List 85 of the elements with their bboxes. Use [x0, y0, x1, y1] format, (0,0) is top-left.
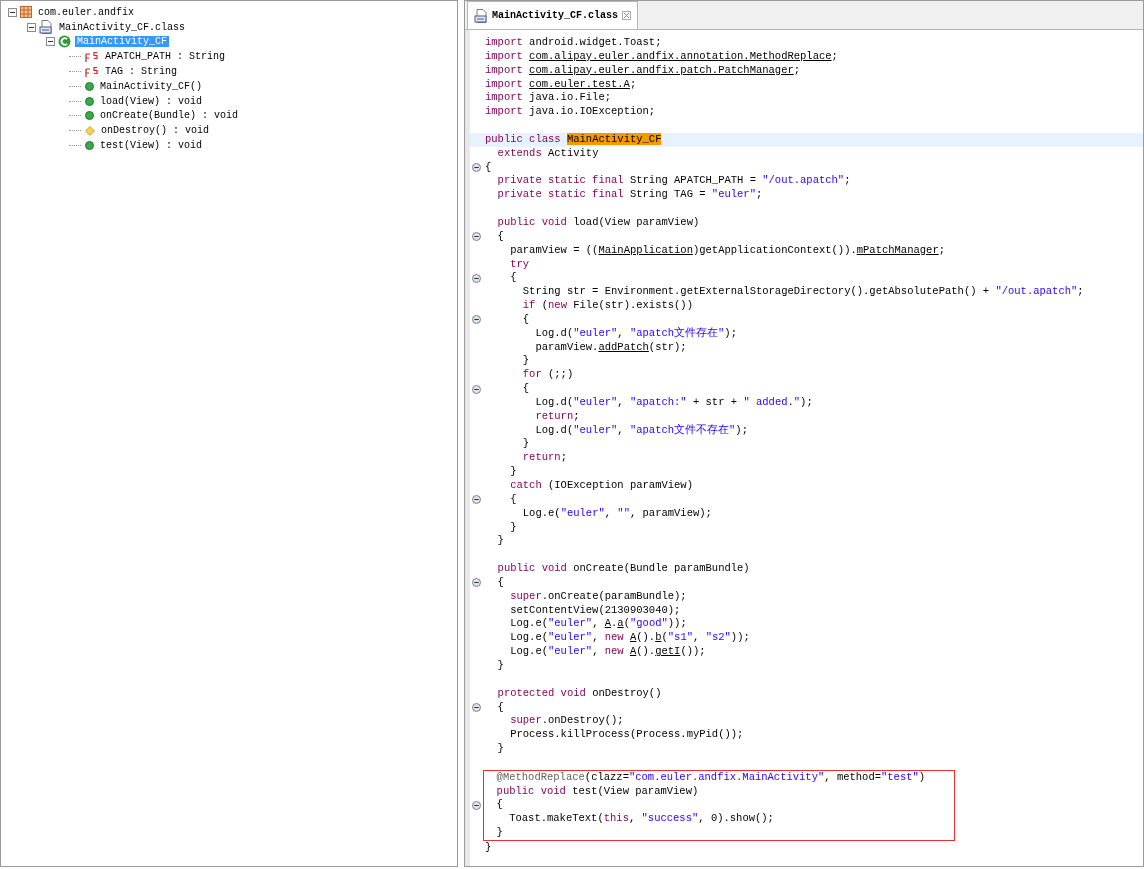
code-line: { [521, 312, 530, 327]
code-line: super.onCreate(paramBundle); [509, 589, 687, 604]
code-line: public void onCreate(Bundle paramBundle) [496, 562, 750, 576]
protected-method-icon [85, 125, 95, 136]
code-line: } [496, 742, 504, 756]
fold-toggle[interactable] [472, 232, 481, 242]
code-line: Process.killProcess(Process.myPid()); [509, 728, 744, 743]
fold-toggle[interactable] [472, 578, 481, 588]
code-line: paramView.addPatch(str); [534, 340, 687, 355]
fold-toggle[interactable] [472, 273, 481, 283]
tree-item[interactable]: MainActivity_CF.class [57, 21, 188, 33]
code-line: Log.e("euler", new A().b("s1", "s2")); [509, 631, 750, 646]
code-line: @MethodReplace(clazz="com.euler.andfix.MainActivity", method="test") [495, 770, 926, 785]
tree-item[interactable]: com.euler.andfix [36, 6, 136, 18]
code-line: { [495, 798, 503, 813]
static-field-icon [85, 50, 99, 63]
code-line: private static final String TAG = "euler"; [496, 188, 763, 203]
code-line: setContentView(2130903040); [509, 603, 681, 618]
code-line: } [521, 354, 530, 369]
code-line: public void test(View paramView) [495, 784, 699, 799]
tree-item[interactable]: APATCH_PATH : String [103, 51, 228, 63]
class-file-icon [39, 20, 53, 35]
fold-toggle[interactable] [472, 800, 481, 810]
code-line: } [495, 826, 503, 840]
code-line: Log.e("euler", "", paramView); [521, 506, 712, 521]
code-line: Toast.makeText(this, "success", 0).show(); [508, 812, 774, 827]
collapse-toggle[interactable] [46, 37, 55, 47]
code-line: protected void onDestroy() [496, 686, 662, 701]
tree-item[interactable]: MainActivity_CF() [98, 80, 205, 92]
code-line: String str = Environment.getExternalStorageDirectory().getAbsolutePath() + "/out.apatch"; [521, 285, 1084, 300]
close-icon[interactable] [622, 11, 632, 20]
code-line: } [509, 520, 517, 535]
code-line: } [496, 658, 504, 673]
code-line: } [484, 840, 492, 855]
code-line: return; [534, 409, 580, 424]
tree-item[interactable]: load(View) : void [98, 95, 205, 107]
code-line: import java.io.IOException; [484, 105, 656, 120]
fold-toggle[interactable] [472, 315, 481, 325]
code-line: { [496, 229, 504, 244]
code-line: import com.alipay.euler.andfix.annotation.MethodReplace; [484, 49, 838, 64]
code-line: import android.widget.Toast; [484, 36, 662, 50]
code-line: super.onDestroy(); [509, 714, 624, 729]
editor-tab[interactable]: MainActivity_CF.class [467, 1, 639, 29]
code-line: { [521, 382, 530, 396]
tree-item[interactable]: TAG : String [103, 66, 179, 78]
code-line: { [484, 160, 492, 175]
fold-toggle[interactable] [472, 163, 481, 172]
code-line: Log.d("euler", "apatch:" + str + " added."); [534, 395, 813, 410]
code-line: Log.e("euler", A.a("good")); [509, 617, 687, 632]
code-line: import com.euler.test.A; [484, 77, 637, 92]
package-icon [20, 6, 32, 19]
code-line: catch (IOException paramView) [509, 479, 693, 493]
static-field-icon [85, 65, 99, 78]
code-line: return; [521, 451, 567, 466]
code-line: { [496, 700, 504, 715]
class-icon [58, 35, 71, 49]
code-line: public void load(View paramView) [496, 215, 700, 230]
code-line: Log.d("euler", "apatch文件存在"); [534, 326, 737, 341]
fold-toggle[interactable] [472, 702, 481, 712]
tree-item[interactable]: test(View) : void [98, 140, 205, 152]
class-file-icon [474, 8, 488, 23]
code-line: { [509, 492, 517, 507]
code-line: if (new File(str).exists()) [521, 299, 693, 313]
code-line: } [496, 534, 504, 549]
code-line: { [509, 271, 517, 286]
code-line: } [521, 437, 530, 452]
code-line: paramView = ((MainApplication)getApplicationContext()).mPatchManager; [509, 243, 945, 258]
tree-item[interactable]: onCreate(Bundle) : void [98, 110, 241, 122]
code-line: private static final String APATCH_PATH = "/out.apatch"; [496, 174, 851, 189]
method-icon [85, 141, 94, 151]
code-line: Log.e("euler", new A().getI()); [509, 645, 706, 659]
code-line: } [509, 465, 517, 479]
code-line: try [509, 257, 530, 272]
collapse-toggle[interactable] [27, 22, 36, 32]
code-line: Log.d("euler", "apatch文件不存在"); [534, 423, 748, 438]
code-line: { [496, 575, 504, 590]
fold-toggle[interactable] [472, 384, 481, 394]
code-line: import java.io.File; [484, 91, 612, 106]
fold-toggle[interactable] [472, 495, 481, 505]
code-line: extends Activity [496, 146, 599, 161]
code-line: for (;;) [521, 368, 574, 383]
collapse-toggle[interactable] [8, 7, 17, 17]
code-line: public class MainActivity_CF [484, 132, 662, 147]
code-line: import com.alipay.euler.andfix.patch.PatchManager; [484, 63, 801, 78]
tree-item[interactable]: onDestroy() : void [99, 125, 212, 137]
